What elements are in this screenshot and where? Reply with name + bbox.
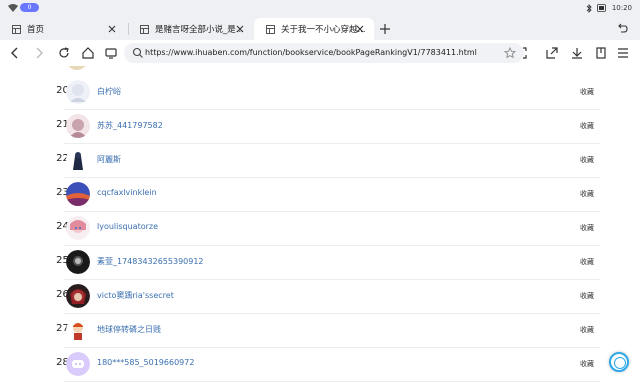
- close-tab-icon[interactable]: [106, 23, 118, 35]
- ranking-row: 23. cqcfaxlvinklein 收藏: [14, 178, 600, 212]
- avatar-partial: [66, 66, 88, 70]
- bookmark-icon[interactable]: [594, 46, 608, 60]
- back-icon[interactable]: [8, 46, 22, 60]
- user-name-link[interactable]: 180***585_5019660972: [97, 358, 194, 367]
- search-icon: [132, 47, 143, 58]
- close-tab-icon[interactable]: [234, 23, 246, 35]
- row-divider: [64, 381, 600, 382]
- favorite-button[interactable]: 收藏: [580, 87, 594, 97]
- user-name-link[interactable]: cqcfaxlvinklein: [97, 188, 157, 197]
- red-hair-avatar[interactable]: [66, 284, 90, 308]
- page-icon: [266, 24, 275, 34]
- user-name-link[interactable]: 阿麗斯: [97, 154, 121, 165]
- tab-home[interactable]: 首页: [0, 18, 126, 40]
- ranking-row: 21. 苏苏_441797582 收藏: [14, 110, 600, 144]
- pink-hair-avatar[interactable]: [66, 114, 90, 138]
- cartoon-kid-avatar[interactable]: [66, 318, 90, 342]
- status-pill: 0: [20, 3, 39, 12]
- home-icon[interactable]: [81, 46, 95, 60]
- tab-title: 是赌言呀全部小说_是...: [155, 25, 244, 35]
- refresh-icon[interactable]: [57, 46, 71, 60]
- close-tab-icon[interactable]: [354, 23, 366, 35]
- ranking-row: 26. victo窦踽ria'ssecret 收藏: [14, 280, 600, 314]
- default-purple-avatar[interactable]: [66, 352, 90, 376]
- favorite-button[interactable]: 收藏: [580, 359, 594, 369]
- tab-ranking[interactable]: 关于我一不小心穿越...: [254, 18, 374, 40]
- user-name-link[interactable]: victo窦踽ria'ssecret: [97, 290, 174, 301]
- tab-title: 关于我一不小心穿越...: [281, 25, 366, 35]
- favorite-button[interactable]: 收藏: [580, 155, 594, 165]
- anime-girl-avatar[interactable]: [66, 216, 90, 240]
- user-name-link[interactable]: 素萱_17483432655390912: [97, 256, 204, 267]
- status-bar: 0 10:20: [0, 0, 640, 16]
- user-name-link[interactable]: lyoulisquatorze: [97, 222, 158, 231]
- download-icon[interactable]: [570, 46, 584, 60]
- clock: 10:20: [611, 4, 632, 12]
- ranking-row: 24. lyoulisquatorze 收藏: [14, 212, 600, 246]
- new-tab-icon[interactable]: [378, 22, 392, 36]
- dark-figure-avatar[interactable]: [66, 148, 90, 172]
- back-arrow-icon[interactable]: [616, 22, 628, 34]
- url-text: https://www.ihuaben.com/function/bookser…: [145, 48, 477, 57]
- tab-title: 首页: [27, 25, 45, 35]
- floating-assistant-button[interactable]: [609, 352, 629, 372]
- favorite-button[interactable]: 收藏: [580, 121, 594, 131]
- ranking-row: 20. 白柠峪 收藏: [14, 76, 600, 110]
- favorite-button[interactable]: 收藏: [580, 257, 594, 267]
- ranking-row: 27. 地球停转磷之日贱 收藏: [14, 314, 600, 348]
- page-icon: [140, 24, 149, 34]
- favorite-button[interactable]: 收藏: [580, 291, 594, 301]
- user-name-link[interactable]: 地球停转磷之日贱: [97, 324, 161, 335]
- tab-author[interactable]: 是赌言呀全部小说_是...: [128, 18, 254, 40]
- battery-icon: [596, 4, 606, 12]
- address-bar[interactable]: https://www.ihuaben.com/function/bookser…: [124, 43, 524, 63]
- share-icon[interactable]: [545, 46, 559, 60]
- page-icon: [12, 24, 21, 34]
- ranking-row: 22. 阿麗斯 收藏: [14, 144, 600, 178]
- star-icon[interactable]: [504, 47, 516, 59]
- tab-bar: 首页 是赌言呀全部小说_是... 关于我一不小心穿越...: [0, 16, 640, 40]
- ranking-content: 20. 白柠峪 收藏 21. 苏苏_441797582 收藏 22. 阿麗斯 收…: [0, 66, 640, 384]
- dark-avatar[interactable]: [66, 250, 90, 274]
- user-name-link[interactable]: 苏苏_441797582: [97, 120, 163, 131]
- favorite-button[interactable]: 收藏: [580, 223, 594, 233]
- favorite-button[interactable]: 收藏: [580, 325, 594, 335]
- status-right: 10:20: [586, 2, 632, 14]
- favorite-button[interactable]: 收藏: [580, 189, 594, 199]
- wifi-icon: [8, 4, 18, 12]
- reader-mode-icon[interactable]: [104, 46, 118, 60]
- white-hair-avatar[interactable]: [66, 80, 90, 104]
- bluetooth-icon: [586, 3, 592, 13]
- ranking-row: 25. 素萱_17483432655390912 收藏: [14, 246, 600, 280]
- user-name-link[interactable]: 白柠峪: [97, 86, 121, 97]
- menu-icon[interactable]: [616, 46, 630, 60]
- forward-icon[interactable]: [32, 46, 46, 60]
- sunset-avatar[interactable]: [66, 182, 90, 206]
- ranking-row: 28. 180***585_5019660972 收藏: [14, 348, 600, 382]
